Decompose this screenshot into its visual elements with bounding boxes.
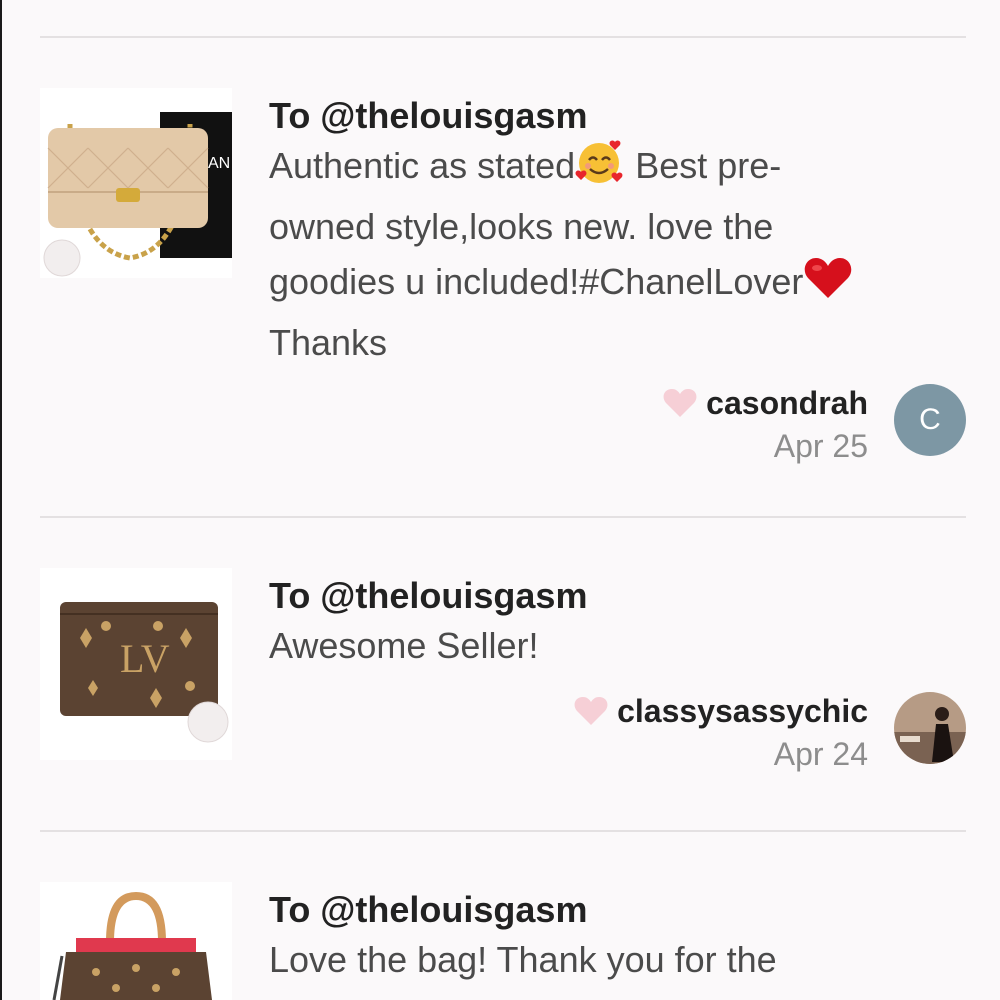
review-text: Awesome Seller! bbox=[269, 625, 539, 666]
review-date: Apr 25 bbox=[773, 428, 868, 464]
review-content: To @thelouisgasm Authentic as stated Bes… bbox=[269, 88, 966, 370]
review-meta: casondrah Apr 25 C bbox=[506, 380, 966, 480]
heart-icon[interactable] bbox=[573, 695, 609, 727]
red-heart-icon bbox=[803, 256, 853, 315]
reviews-feed: AN To @thelouisgasm Authentic as stated … bbox=[0, 0, 1000, 1000]
review-item: To @thelouisgasm Love the bag! Thank you… bbox=[40, 882, 966, 1000]
review-date: Apr 24 bbox=[773, 736, 868, 772]
chanel-flap-bag-icon: AN bbox=[43, 112, 232, 277]
review-recipient: To @thelouisgasm bbox=[269, 575, 588, 616]
svg-text:LV: LV bbox=[120, 636, 170, 681]
review-recipient: To @thelouisgasm bbox=[269, 95, 588, 136]
avatar[interactable]: C bbox=[894, 384, 966, 456]
product-thumbnail[interactable]: AN bbox=[40, 88, 232, 278]
product-thumbnail[interactable]: LV bbox=[40, 568, 232, 760]
review-recipient: To @thelouisgasm bbox=[269, 889, 588, 930]
review-meta: classysassychic Apr 24 bbox=[506, 688, 966, 788]
review-item: AN To @thelouisgasm Authentic as stated … bbox=[40, 88, 966, 478]
heart-icon[interactable] bbox=[662, 387, 698, 419]
lv-monogram-wallet-icon: LV bbox=[60, 602, 229, 743]
reviewer-username[interactable]: casondrah bbox=[706, 385, 868, 422]
review-content: To @thelouisgasm Love the bag! Thank you… bbox=[269, 882, 966, 987]
review-text: Love the bag! Thank you for the bbox=[269, 939, 777, 980]
divider bbox=[40, 830, 966, 832]
smiling-face-with-hearts-icon bbox=[575, 138, 625, 199]
review-content: To @thelouisgasm Awesome Seller! bbox=[269, 568, 966, 673]
svg-text:AN: AN bbox=[208, 155, 230, 172]
reviewer-row: classysassychic bbox=[573, 688, 868, 734]
avatar[interactable] bbox=[894, 692, 966, 764]
divider bbox=[40, 516, 966, 518]
reviewer-username[interactable]: classysassychic bbox=[617, 693, 868, 730]
lv-monogram-handbag-icon bbox=[52, 891, 212, 1000]
product-thumbnail[interactable] bbox=[40, 882, 232, 1000]
review-text: Authentic as stated Best pre- owned styl… bbox=[269, 138, 966, 370]
divider bbox=[40, 36, 966, 38]
reviewer-row: casondrah bbox=[662, 380, 868, 426]
review-item: LV To @thelouisgasm Awesome Seller! clas… bbox=[40, 568, 966, 772]
